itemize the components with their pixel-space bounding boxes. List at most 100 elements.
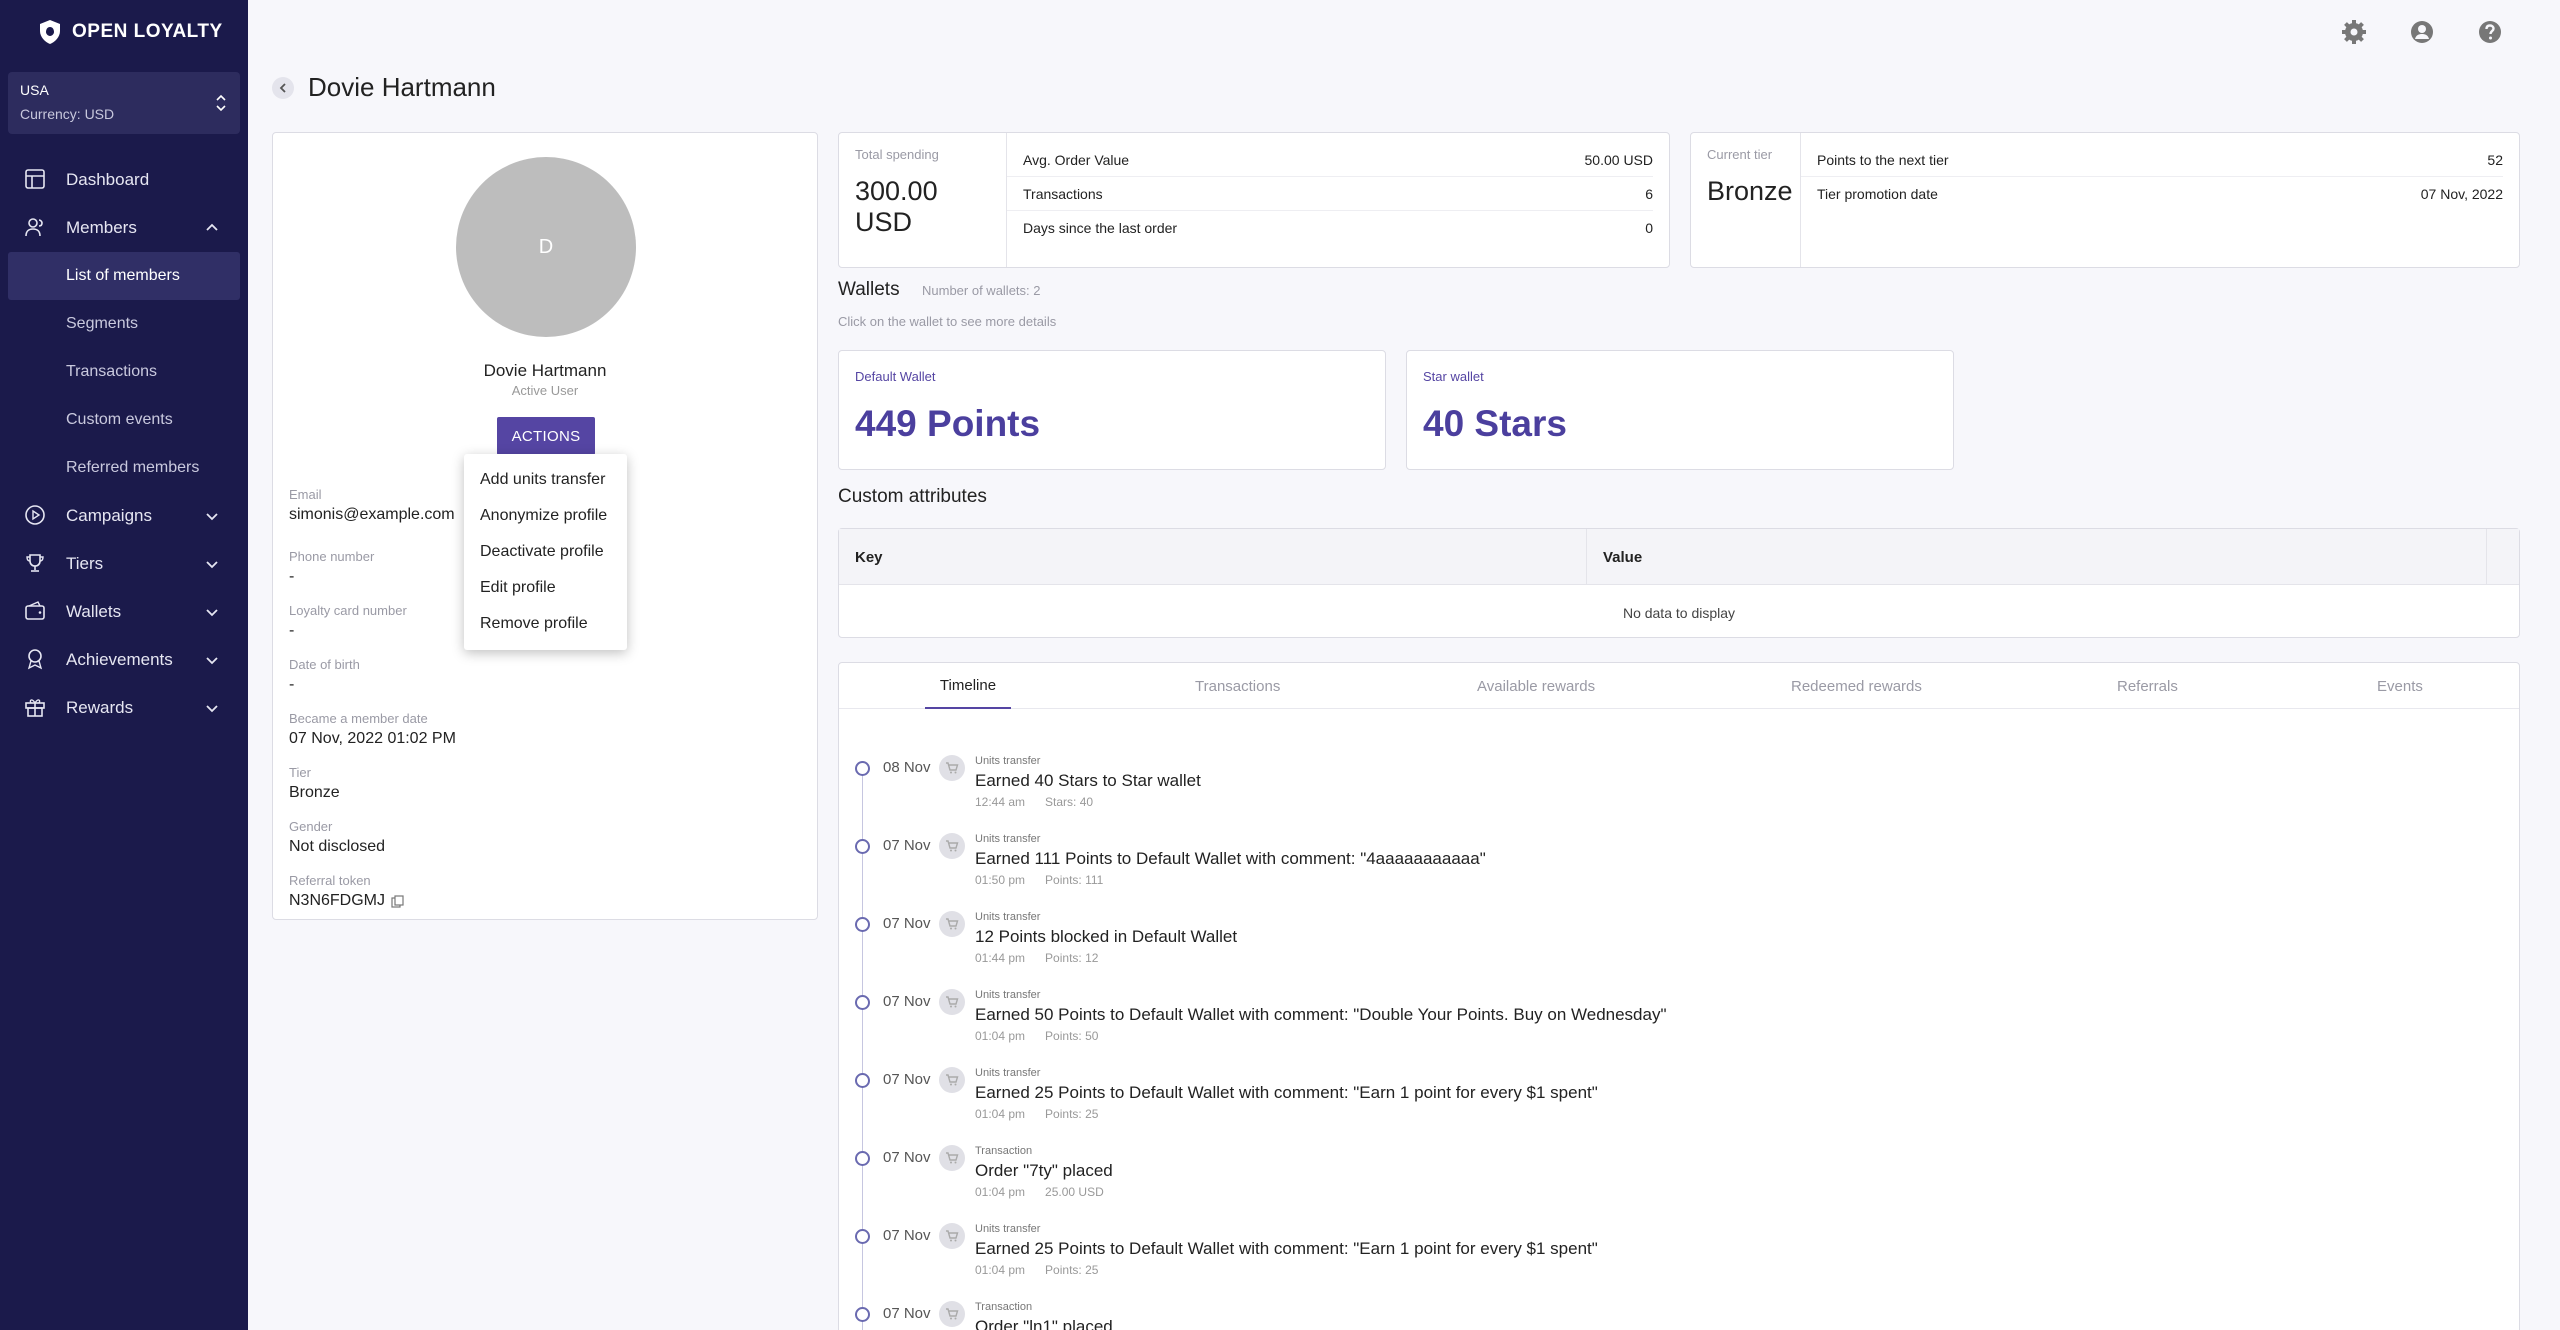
sidebar-subitem-referred-members[interactable]: Referred members [0,444,248,492]
spending-stats-card: Total spending 300.00 USD Avg. Order Val… [838,132,1670,268]
timeline-title: Earned 25 Points to Default Wallet with … [975,1083,1598,1102]
tab-transactions[interactable]: Transactions [1195,663,1280,709]
users-icon [24,216,48,240]
menu-item-edit-profile[interactable]: Edit profile [464,570,627,606]
field-label: Date of birth [289,657,360,672]
timeline-meta: 01:04 pm Points: 50 [975,1029,1098,1043]
timeline-date: 07 Nov [883,837,931,854]
timeline-item: 07 Nov Transaction Order "7ty" placed 01:04… [839,1141,2519,1219]
cart-icon [939,911,965,937]
trophy-icon [24,552,48,576]
field-referral-token: Referral token N3N6FDGMJ [289,873,404,910]
menu-item-add-units-transfer[interactable]: Add units transfer [464,462,627,498]
current-tier-value: Bronze [1707,176,1793,206]
wallet-card-star[interactable]: Star wallet 40 Stars [1406,350,1954,470]
avatar: D [456,157,636,337]
stat-value: 52 [2487,151,2503,168]
tab-referrals[interactable]: Referrals [2117,663,2178,709]
sidebar-item-label: Achievements [66,650,173,669]
sidebar-item-wallets[interactable]: Wallets [0,588,248,636]
timeline-date: 07 Nov [883,993,931,1010]
timeline-title: Earned 40 Stars to Star wallet [975,771,1201,790]
sidebar-item-label: Campaigns [66,506,152,525]
sidebar-subitem-list-of-members[interactable]: List of members [8,252,240,300]
sidebar-subitem-custom-events[interactable]: Custom events [0,396,248,444]
menu-item-remove-profile[interactable]: Remove profile [464,606,627,642]
account-icon[interactable] [2408,18,2436,46]
wallet-card-default[interactable]: Default Wallet 449 Points [838,350,1386,470]
brand-logo[interactable]: OPEN LOYALTY [0,0,248,64]
actions-button[interactable]: ACTIONS [497,417,595,455]
sidebar-subitem-segments[interactable]: Segments [0,300,248,348]
stat-key: Tier promotion date [1817,186,1938,202]
current-tier-label: Current tier [1707,147,1773,162]
gear-icon[interactable] [2340,18,2368,46]
column-header-key[interactable]: Key [839,529,1587,585]
table-header: Key Value [839,529,2519,585]
timeline-title: Earned 111 Points to Default Wallet with… [975,849,1486,868]
field-value: 07 Nov, 2022 01:02 PM [289,730,456,747]
timeline-type: Transaction [975,1145,1033,1157]
timeline-detail: Points: 50 [1045,1029,1099,1043]
field-loyalty-card: Loyalty card number - [289,603,407,640]
sidebar-item-label: Wallets [66,602,122,621]
timeline-dot [855,761,870,776]
cart-icon [939,833,965,859]
field-label: Phone number [289,549,375,564]
back-button[interactable] [272,76,294,99]
sidebar-item-rewards[interactable]: Rewards [0,684,248,732]
field-tier: Tier Bronze [289,765,340,802]
timeline-detail: Points: 25 [1045,1107,1099,1121]
tab-available-rewards[interactable]: Available rewards [1477,663,1595,709]
total-spending-value: 300.00 USD [855,176,938,237]
stat-key: Days since the last order [1023,220,1178,236]
play-circle-icon [24,504,48,528]
sidebar-item-achievements[interactable]: Achievements [0,636,248,684]
field-gender: Gender Not disclosed [289,819,385,856]
help-icon[interactable] [2476,18,2504,46]
activity-tabs: Timeline Transactions Available rewards … [839,663,2519,709]
menu-item-deactivate-profile[interactable]: Deactivate profile [464,534,627,570]
brand-name: OPEN LOYALTY [72,21,223,42]
tab-redeemed-rewards[interactable]: Redeemed rewards [1791,663,1922,709]
tab-timeline[interactable]: Timeline [925,663,1011,709]
stat-row: Avg. Order Value 50.00 USD [1007,143,1653,177]
column-header-value[interactable]: Value [1587,529,2487,585]
award-icon [24,648,48,672]
wallet-name: Star wallet [1423,369,1484,384]
timeline-date: 08 Nov [883,759,931,776]
timeline-dot [855,839,870,854]
region-selector[interactable]: USA Currency: USD [8,72,240,134]
wallet-balance: 40 Stars [1423,403,1567,444]
sidebar-item-dashboard[interactable]: Dashboard [0,156,248,204]
timeline-title: 12 Points blocked in Default Wallet [975,927,1238,946]
sidebar-item-campaigns[interactable]: Campaigns [0,492,248,540]
chevron-down-icon [206,513,218,521]
sidebar-nav: Dashboard Members List of members Segmen… [0,156,248,732]
timeline-detail: Points: 25 [1045,1263,1099,1277]
field-member-since: Became a member date 07 Nov, 2022 01:02 … [289,711,456,748]
copy-icon[interactable] [391,894,404,908]
field-label: Tier [289,765,311,780]
activity-panel: Timeline Transactions Available rewards … [838,662,2520,1330]
field-value: N3N6FDGMJ [289,892,386,909]
field-value: - [289,568,295,585]
timeline-item: 07 Nov Units transfer Earned 50 Points to … [839,985,2519,1063]
stat-value: 0 [1645,220,1653,236]
sidebar-subitem-transactions[interactable]: Transactions [0,348,248,396]
sidebar-item-members[interactable]: Members [0,204,248,252]
wallets-hint: Click on the wallet to see more details [838,314,1057,329]
timeline-dot [855,1073,870,1088]
timeline-item: 07 Nov Units transfer Earned 25 Points to … [839,1219,2519,1297]
timeline-meta: 01:04 pm Points: 25 [975,1107,1098,1121]
timeline-type: Units transfer [975,833,1041,845]
timeline-detail: Stars: 40 [1045,795,1094,809]
member-name: Dovie Hartmann [483,361,607,380]
sidebar-item-tiers[interactable]: Tiers [0,540,248,588]
wallet-balance: 449 Points [855,403,1041,444]
menu-item-anonymize-profile[interactable]: Anonymize profile [464,498,627,534]
tier-stats-card: Current tier Bronze Points to the next t… [1690,132,2520,268]
tab-events[interactable]: Events [2377,663,2423,709]
timeline-meta: 01:04 pm Points: 25 [975,1263,1098,1277]
region-name: USA [20,82,49,98]
